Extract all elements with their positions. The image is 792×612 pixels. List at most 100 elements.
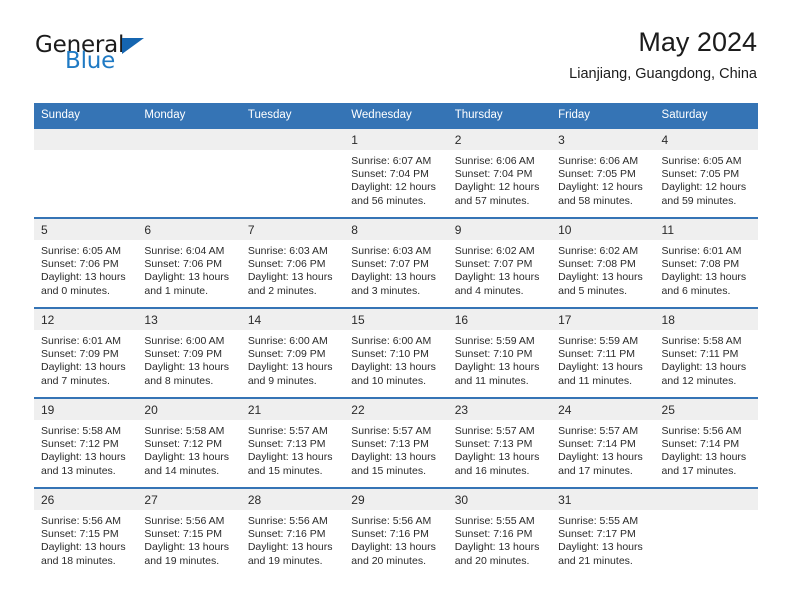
event-daylight-2: and 58 minutes.	[558, 194, 633, 207]
event-daylight-1: Daylight: 13 hours	[41, 451, 126, 464]
day-events: Sunrise: 6:01 AM Sunset: 7:09 PM Daylight:…	[34, 330, 137, 388]
event-daylight-1: Daylight: 12 hours	[454, 181, 540, 194]
event-daylight-1: Daylight: 13 hours	[558, 361, 643, 374]
title-block: May 2024 Lianjiang, Guangdong, China	[569, 28, 757, 83]
event-sunset: Sunset: 7:16 PM	[247, 528, 326, 541]
day-cell-inner: 9 Sunrise: 6:02 AM Sunset: 7:07 PM Daylight…	[447, 219, 552, 307]
event-daylight-1: Daylight: 12 hours	[351, 181, 436, 194]
event-sunrise: Sunrise: 5:55 AM	[454, 515, 535, 527]
event-sunset: Sunset: 7:08 PM	[661, 258, 740, 271]
day-events: Sunrise: 6:05 AM Sunset: 7:06 PM Daylight:…	[34, 240, 137, 298]
calendar-day-cell[interactable]: 15 Sunrise: 6:00 AM Sunset: 7:10 PM Dayligh…	[344, 307, 448, 398]
day-events: Sunrise: 6:05 AM Sunset: 7:05 PM Daylight:…	[655, 150, 758, 208]
event-daylight-2: and 19 minutes.	[247, 554, 323, 567]
day-number	[240, 129, 345, 150]
event-sunrise: Sunrise: 5:56 AM	[351, 515, 432, 527]
event-sunrise: Sunrise: 6:06 AM	[454, 155, 535, 167]
brand-logo[interactable]: General Blue	[35, 34, 145, 73]
day-cell-inner: 11 Sunrise: 6:01 AM Sunset: 7:08 PM Dayligh…	[654, 219, 758, 307]
calendar-day-cell[interactable]: 14 Sunrise: 6:00 AM Sunset: 7:09 PM Dayligh…	[240, 307, 345, 398]
event-sunset: Sunset: 7:14 PM	[661, 438, 740, 451]
calendar-day-cell[interactable]: 17 Sunrise: 5:59 AM Sunset: 7:11 PM Dayligh…	[551, 307, 655, 398]
event-daylight-1: Daylight: 13 hours	[454, 451, 540, 464]
day-events: Sunrise: 5:57 AM Sunset: 7:14 PM Daylight:…	[551, 420, 654, 478]
event-daylight-2: and 11 minutes.	[454, 374, 529, 387]
calendar-day-cell[interactable]: 26 Sunrise: 5:56 AM Sunset: 7:15 PM Dayligh…	[34, 487, 138, 577]
event-daylight-2: and 57 minutes.	[454, 194, 530, 207]
calendar-day-cell[interactable]: 19 Sunrise: 5:58 AM Sunset: 7:12 PM Dayligh…	[34, 397, 138, 488]
calendar-day-cell[interactable]: 4 Sunrise: 6:05 AM Sunset: 7:05 PM Daylight…	[654, 127, 758, 218]
event-sunrise: Sunrise: 6:05 AM	[41, 245, 121, 257]
event-sunset: Sunset: 7:14 PM	[558, 438, 636, 451]
weekday-header-tuesday: Tuesday	[240, 103, 345, 128]
event-daylight-1: Daylight: 13 hours	[661, 361, 747, 374]
day-cell-inner: 4 Sunrise: 6:05 AM Sunset: 7:05 PM Daylight…	[654, 129, 758, 217]
event-daylight-2: and 13 minutes.	[41, 464, 116, 477]
calendar-day-cell[interactable]: 10 Sunrise: 6:02 AM Sunset: 7:08 PM Dayligh…	[551, 217, 655, 308]
event-sunrise: Sunrise: 6:03 AM	[351, 245, 432, 257]
day-events: Sunrise: 6:06 AM Sunset: 7:04 PM Daylight:…	[448, 150, 551, 208]
day-number: 10	[551, 219, 655, 240]
day-number: 16	[447, 309, 552, 330]
calendar-header-row: Sunday Monday Tuesday Wednesday Thursday…	[34, 103, 758, 128]
event-sunrise: Sunrise: 6:00 AM	[144, 335, 225, 347]
calendar-day-cell[interactable]: 7 Sunrise: 6:03 AM Sunset: 7:06 PM Daylight…	[240, 217, 345, 308]
event-daylight-2: and 15 minutes.	[351, 464, 426, 477]
event-sunrise: Sunrise: 6:01 AM	[41, 335, 121, 347]
event-sunset: Sunset: 7:13 PM	[247, 438, 326, 451]
day-cell-inner	[34, 129, 138, 217]
day-events: Sunrise: 6:01 AM Sunset: 7:08 PM Daylight:…	[655, 240, 758, 298]
calendar-day-cell[interactable]: 11 Sunrise: 6:01 AM Sunset: 7:08 PM Dayligh…	[654, 217, 758, 308]
day-number: 22	[344, 399, 448, 420]
day-number: 28	[240, 489, 345, 510]
calendar-day-cell[interactable]: 6 Sunrise: 6:04 AM Sunset: 7:06 PM Daylight…	[137, 217, 241, 308]
calendar-day-cell[interactable]: 23 Sunrise: 5:57 AM Sunset: 7:13 PM Dayligh…	[447, 397, 552, 488]
day-cell-inner: 14 Sunrise: 6:00 AM Sunset: 7:09 PM Dayligh…	[240, 309, 345, 397]
event-sunrise: Sunrise: 5:58 AM	[144, 425, 225, 437]
calendar-day-cell[interactable]: 31 Sunrise: 5:55 AM Sunset: 7:17 PM Dayligh…	[551, 487, 655, 577]
calendar-day-cell[interactable]: 25 Sunrise: 5:56 AM Sunset: 7:14 PM Dayligh…	[654, 397, 758, 488]
day-events: Sunrise: 6:02 AM Sunset: 7:08 PM Daylight:…	[551, 240, 654, 298]
event-daylight-2: and 1 minute.	[144, 284, 209, 297]
calendar-day-cell[interactable]: 1 Sunrise: 6:07 AM Sunset: 7:04 PM Daylight…	[344, 127, 448, 218]
calendar-day-cell[interactable]: 8 Sunrise: 6:03 AM Sunset: 7:07 PM Daylight…	[344, 217, 448, 308]
calendar-day-cell[interactable]: 30 Sunrise: 5:55 AM Sunset: 7:16 PM Dayligh…	[447, 487, 552, 577]
day-number: 7	[240, 219, 345, 240]
calendar-day-cell[interactable]: 5 Sunrise: 6:05 AM Sunset: 7:06 PM Daylight…	[34, 217, 138, 308]
calendar-day-cell[interactable]: 3 Sunrise: 6:06 AM Sunset: 7:05 PM Daylight…	[551, 127, 655, 218]
calendar-day-cell[interactable]: 28 Sunrise: 5:56 AM Sunset: 7:16 PM Dayligh…	[240, 487, 345, 577]
calendar-week-row: 12 Sunrise: 6:01 AM Sunset: 7:09 PM Dayligh…	[34, 307, 758, 398]
calendar-day-cell[interactable]: 20 Sunrise: 5:58 AM Sunset: 7:12 PM Dayligh…	[137, 397, 241, 488]
calendar-day-cell[interactable]: 18 Sunrise: 5:58 AM Sunset: 7:11 PM Dayligh…	[654, 307, 758, 398]
calendar-day-cell[interactable]: 12 Sunrise: 6:01 AM Sunset: 7:09 PM Dayligh…	[34, 307, 138, 398]
event-sunrise: Sunrise: 6:03 AM	[247, 245, 328, 257]
calendar-day-cell[interactable]: 9 Sunrise: 6:02 AM Sunset: 7:07 PM Daylight…	[447, 217, 552, 308]
event-sunset: Sunset: 7:04 PM	[454, 168, 533, 181]
event-daylight-1: Daylight: 13 hours	[558, 451, 643, 464]
calendar-day-cell[interactable]: 21 Sunrise: 5:57 AM Sunset: 7:13 PM Dayligh…	[240, 397, 345, 488]
event-daylight-1: Daylight: 13 hours	[454, 271, 540, 284]
event-sunrise: Sunrise: 6:04 AM	[144, 245, 225, 257]
day-number: 18	[654, 309, 758, 330]
event-sunset: Sunset: 7:16 PM	[454, 528, 533, 541]
calendar-day-cell[interactable]: 2 Sunrise: 6:06 AM Sunset: 7:04 PM Daylight…	[447, 127, 552, 218]
day-cell-inner: 27 Sunrise: 5:56 AM Sunset: 7:15 PM Dayligh…	[137, 489, 241, 577]
day-number: 3	[551, 129, 655, 150]
calendar-day-cell[interactable]: 29 Sunrise: 5:56 AM Sunset: 7:16 PM Dayligh…	[344, 487, 448, 577]
calendar-day-cell-empty	[240, 127, 345, 218]
weekday-header-sunday: Sunday	[34, 103, 138, 128]
event-sunrise: Sunrise: 5:59 AM	[558, 335, 639, 347]
calendar-day-cell[interactable]: 22 Sunrise: 5:57 AM Sunset: 7:13 PM Dayligh…	[344, 397, 448, 488]
weekday-header-monday: Monday	[137, 103, 241, 128]
event-daylight-2: and 7 minutes.	[41, 374, 110, 387]
day-number: 31	[551, 489, 655, 510]
calendar-day-cell[interactable]: 13 Sunrise: 6:00 AM Sunset: 7:09 PM Dayligh…	[137, 307, 241, 398]
page-header: General Blue May 2024 Lianjiang, Guangdo…	[0, 0, 792, 83]
calendar-day-cell[interactable]: 27 Sunrise: 5:56 AM Sunset: 7:15 PM Dayligh…	[137, 487, 241, 577]
event-sunset: Sunset: 7:08 PM	[558, 258, 636, 271]
day-cell-inner	[137, 129, 241, 217]
day-events: Sunrise: 6:03 AM Sunset: 7:07 PM Daylight:…	[344, 240, 447, 298]
calendar-day-cell[interactable]: 16 Sunrise: 5:59 AM Sunset: 7:10 PM Dayligh…	[447, 307, 552, 398]
calendar-day-cell[interactable]: 24 Sunrise: 5:57 AM Sunset: 7:14 PM Dayligh…	[551, 397, 655, 488]
event-sunrise: Sunrise: 6:02 AM	[558, 245, 639, 257]
